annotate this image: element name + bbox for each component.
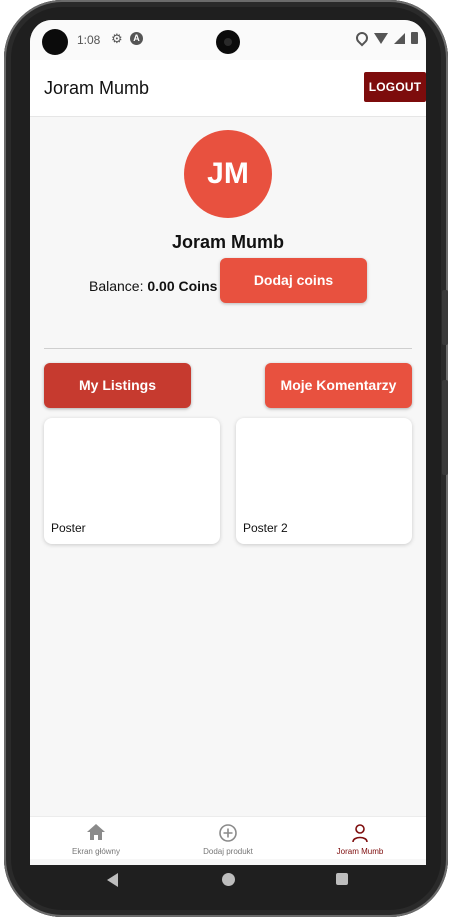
listing-card[interactable]: Poster — [44, 418, 220, 544]
balance-value: 0.00 Coins — [147, 278, 218, 294]
power-button — [442, 290, 448, 345]
wifi-icon — [374, 32, 388, 44]
balance: Balance: 0.00 Coins — [89, 278, 217, 294]
signal-icon — [394, 32, 405, 44]
listing-title: Poster 2 — [243, 521, 288, 535]
status-icons — [353, 29, 418, 47]
nav-item-add-product[interactable]: Dodaj produkt — [162, 817, 294, 859]
user-name: Joram Mumb — [171, 232, 285, 252]
camera-cutout — [42, 29, 68, 55]
home-icon — [87, 824, 105, 840]
location-icon — [353, 29, 371, 47]
listing-card[interactable]: Poster 2 — [236, 418, 412, 544]
nav-label: Ekran główny — [71, 847, 121, 856]
avatar-initials: JM — [207, 157, 249, 190]
app-screen: 1:08 ⚙ A Joram Mumb LOGOUT JM Joram Mumb… — [30, 20, 426, 865]
plus-circle-icon — [219, 824, 237, 842]
tab-my-listings[interactable]: My Listings — [44, 363, 191, 408]
nav-item-home[interactable]: Ekran główny — [30, 817, 162, 859]
balance-label: Balance: — [89, 278, 144, 294]
battery-icon — [411, 32, 418, 44]
listing-title: Poster — [51, 521, 86, 535]
person-icon — [352, 824, 368, 843]
status-bar: 1:08 ⚙ A — [30, 20, 426, 60]
nav-item-profile[interactable]: Joram Mumb — [294, 817, 426, 859]
notification-icon: A — [130, 32, 143, 45]
system-nav-bar — [30, 865, 426, 895]
nav-label: Joram Mumb — [336, 847, 384, 856]
logout-button[interactable]: LOGOUT — [364, 72, 426, 102]
status-time: 1:08 — [77, 33, 101, 47]
add-coins-button[interactable]: Dodaj coins — [220, 258, 367, 303]
back-icon[interactable] — [107, 873, 118, 887]
settings-icon: ⚙ — [111, 31, 123, 46]
tab-my-comments[interactable]: Moje Komentarzy — [265, 363, 412, 408]
front-camera — [216, 30, 240, 54]
header-title: Joram Mumb — [44, 78, 150, 98]
recent-apps-icon[interactable] — [336, 873, 348, 885]
avatar: JM — [184, 130, 272, 218]
app-header: Joram Mumb LOGOUT — [30, 60, 426, 117]
home-button-icon[interactable] — [222, 873, 235, 886]
volume-button — [442, 380, 448, 475]
nav-label: Dodaj produkt — [203, 847, 253, 856]
divider — [44, 348, 412, 349]
bottom-nav: Ekran główny Dodaj produkt Joram Mumb — [30, 816, 426, 859]
